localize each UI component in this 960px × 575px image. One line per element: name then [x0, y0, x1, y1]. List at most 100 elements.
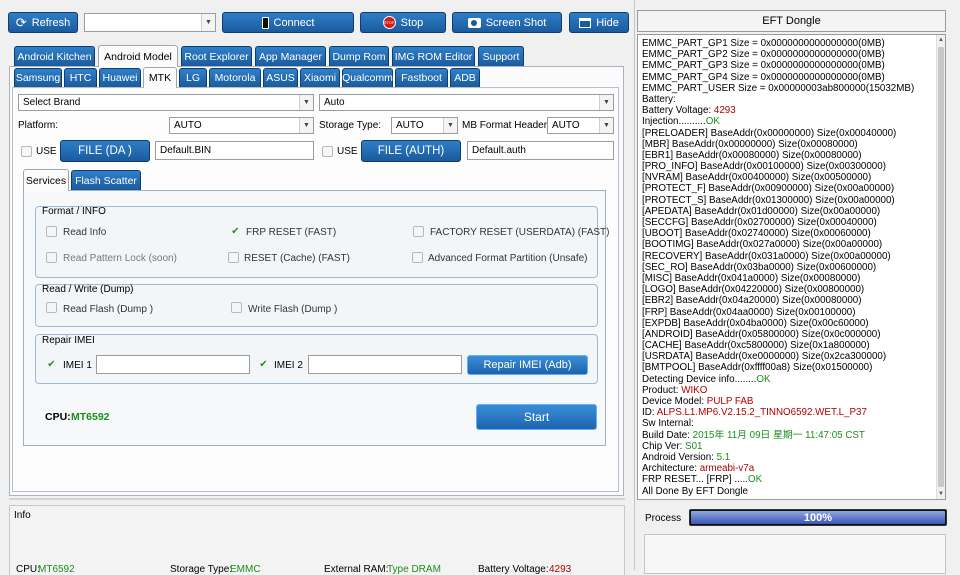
tab-android-model[interactable]: Android Model: [98, 45, 178, 67]
stop-button[interactable]: STOP Stop: [360, 12, 446, 33]
log-text: [RECOVERY] BaseAddr(0x031a0000) Size(0x0…: [642, 250, 891, 262]
tab-qualcomm[interactable]: Qualcomm: [342, 68, 393, 87]
log-text: [EXPDB] BaseAddr(0x04ba0000) Size(0x00c6…: [642, 317, 869, 329]
start-button[interactable]: Start: [476, 404, 597, 430]
file-da-button[interactable]: FILE (DA ): [60, 140, 150, 162]
cpu-value: MT6592: [71, 411, 110, 423]
camera-icon: [467, 17, 481, 28]
read-flash-checkbox[interactable]: [46, 302, 57, 313]
log-text: [CACHE] BaseAddr(0xc5800000) Size(0x1a80…: [642, 340, 870, 352]
log-text: Device Model:: [642, 396, 707, 407]
frp-reset-checkbox[interactable]: ✔: [230, 226, 241, 237]
device-combo[interactable]: ▼: [84, 13, 216, 32]
tab-fastboot[interactable]: Fastboot: [395, 68, 448, 87]
log-line: FRP RESET... [FRP] .....OK: [642, 474, 933, 485]
tab-root-explorer[interactable]: Root Explorer: [181, 46, 252, 66]
read-flash-label: Read Flash (Dump ): [63, 304, 154, 315]
mb-format-select[interactable]: AUTO ▼: [547, 117, 614, 134]
use-auth-label: USE: [337, 146, 358, 157]
tab-lg[interactable]: LG: [179, 68, 207, 87]
log-text: FRP RESET... [FRP] .....: [642, 474, 748, 486]
tab-asus[interactable]: ASUS: [263, 68, 298, 87]
phone-icon: [261, 16, 269, 29]
progress-text: 100%: [803, 511, 833, 524]
factory-reset-label: FACTORY RESET (USERDATA) (FAST): [430, 227, 610, 238]
screenshot-button[interactable]: Screen Shot: [452, 12, 562, 33]
log-line: [PRELOADER] BaseAddr(0x00000000) Size(0x…: [642, 128, 933, 139]
model-select[interactable]: Auto ▼: [319, 94, 614, 111]
file-auth-button[interactable]: FILE (AUTH): [361, 140, 461, 162]
tab-motorola[interactable]: Motorola: [209, 68, 261, 87]
tab-app-manager[interactable]: App Manager: [255, 46, 326, 66]
reset-cache-label: RESET (Cache) (FAST): [244, 253, 350, 264]
read-write-title: Read / Write (Dump): [42, 284, 134, 295]
use-da-checkbox[interactable]: [21, 146, 32, 157]
read-info-checkbox[interactable]: [46, 226, 57, 237]
log-line: EMMC_PART_GP1 Size = 0x0000000000000000(…: [642, 38, 933, 49]
hide-button[interactable]: Hide: [569, 12, 629, 33]
refresh-button[interactable]: ⟳ Refresh: [8, 12, 78, 33]
log-text: Build Date:: [642, 429, 693, 441]
log-text: Chip Ver:: [642, 440, 686, 452]
chevron-down-icon: ▼: [443, 118, 457, 133]
log-value: WIKO: [681, 384, 708, 396]
tab-services[interactable]: Services: [23, 169, 69, 191]
tab-support[interactable]: Support: [478, 46, 524, 66]
log-line: EMMC_PART_USER Size = 0x00000003ab800000…: [642, 83, 933, 94]
storage-type-label: Storage Type:: [319, 120, 382, 131]
tab-htc[interactable]: HTC: [64, 68, 97, 87]
tab-samsung[interactable]: Samsung: [14, 68, 62, 87]
log-text: EMMC_PART_GP3 Size = 0x0000000000000000(…: [642, 60, 885, 72]
chevron-down-icon: ▼: [299, 95, 313, 110]
log-line: [BMTPOOL] BaseAddr(0xffff00a8) Size(0x01…: [642, 362, 933, 373]
connect-button[interactable]: Connect: [222, 12, 354, 33]
divider: [9, 498, 625, 500]
log-text: ID:: [642, 407, 657, 419]
log-text: [FRP] BaseAddr(0x04aa0000) Size(0x001000…: [642, 306, 856, 318]
use-auth-checkbox[interactable]: [322, 146, 333, 157]
log-line: [BOOTIMG] BaseAddr(0x027a0000) Size(0x00…: [642, 239, 933, 250]
write-flash-checkbox[interactable]: [231, 302, 242, 313]
factory-reset-checkbox[interactable]: [413, 226, 424, 237]
tab-dump-rom[interactable]: Dump Rom: [329, 46, 389, 66]
advanced-format-label: Advanced Format Partition (Unsafe): [428, 253, 588, 264]
auth-file-field[interactable]: Default.auth: [467, 141, 614, 160]
scroll-thumb[interactable]: [938, 47, 944, 487]
da-file-field[interactable]: Default.BIN: [155, 141, 314, 160]
platform-select[interactable]: AUTO ▼: [169, 117, 314, 134]
log-text: All Done By EFT Dongle: [642, 485, 749, 497]
imei1-input[interactable]: [96, 355, 250, 374]
brand-select[interactable]: Select Brand ▼: [18, 94, 314, 111]
log-text: [PROTECT_F] BaseAddr(0x00900000) Size(0x…: [642, 183, 895, 195]
log-text: [EBR2] BaseAddr(0x04a20000) Size(0x00080…: [642, 295, 862, 307]
log-line: [EBR1] BaseAddr(0x00080000) Size(0x00080…: [642, 150, 933, 161]
reset-cache-checkbox[interactable]: [228, 252, 239, 263]
log-lines: EMMC_PART_GP1 Size = 0x0000000000000000(…: [642, 38, 933, 497]
imei1-checkbox[interactable]: ✔: [46, 359, 57, 370]
tab-android-kitchen[interactable]: Android Kitchen: [14, 46, 95, 66]
tab-huawei[interactable]: Huawei: [99, 68, 141, 87]
imei2-checkbox[interactable]: ✔: [258, 359, 269, 370]
storage-type-select[interactable]: AUTO ▼: [391, 117, 458, 134]
tab-img-rom-editor[interactable]: IMG ROM Editor: [392, 46, 475, 66]
log-line: Sw Internal:: [642, 418, 933, 429]
tab-adb[interactable]: ADB: [450, 68, 480, 87]
repair-imei-title: Repair IMEI: [42, 335, 95, 346]
tab-xiaomi[interactable]: Xiaomi: [300, 68, 340, 87]
tab-flash-scatter[interactable]: Flash Scatter: [71, 170, 141, 190]
tab-mtk[interactable]: MTK: [143, 67, 177, 88]
log-line: [SEC_RO] BaseAddr(0x03ba0000) Size(0x006…: [642, 262, 933, 273]
read-pattern-label: Read Pattern Lock (soon): [63, 253, 177, 264]
read-info-label: Read Info: [63, 227, 107, 238]
advanced-format-checkbox[interactable]: [412, 252, 423, 263]
repair-imei-button[interactable]: Repair IMEI (Adb): [467, 355, 588, 375]
log-line: ID: ALPS.L1.MP6.V2.15.2_TINNO6592.WET.L_…: [642, 407, 933, 418]
imei2-input[interactable]: [308, 355, 462, 374]
log-scrollbar[interactable]: ▲ ▼: [936, 35, 945, 499]
scroll-up-icon[interactable]: ▲: [938, 37, 944, 43]
read-pattern-checkbox[interactable]: [46, 252, 57, 263]
log-line: Architecture: armeabi-v7a: [642, 463, 933, 474]
scroll-down-icon[interactable]: ▼: [938, 491, 944, 497]
log-line: Chip Ver: S01: [642, 441, 933, 452]
frp-reset-label: FRP RESET (FAST): [246, 227, 337, 238]
